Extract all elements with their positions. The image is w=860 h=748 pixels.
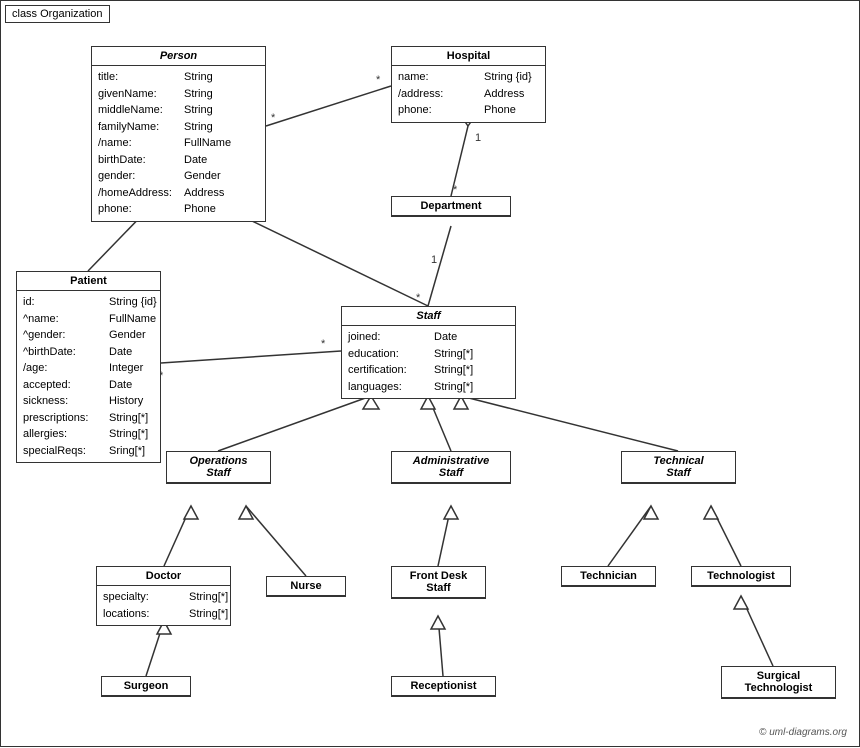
- class-surgeon: Surgeon: [101, 676, 191, 697]
- class-administrative-staff: Administrative Staff: [391, 451, 511, 484]
- class-staff-header: Staff: [342, 307, 515, 326]
- class-nurse: Nurse: [266, 576, 346, 597]
- svg-text:*: *: [321, 338, 326, 350]
- class-technician-header: Technician: [562, 567, 655, 586]
- class-doctor-header: Doctor: [97, 567, 230, 586]
- class-front-desk-staff-header: Front Desk Staff: [392, 567, 485, 598]
- class-technologist: Technologist: [691, 566, 791, 587]
- svg-text:1: 1: [431, 254, 437, 266]
- class-patient: Patient id:String {id} ^name:FullName ^g…: [16, 271, 161, 463]
- class-staff: Staff joined:Date education:String[*] ce…: [341, 306, 516, 399]
- class-surgical-technologist-header: Surgical Technologist: [722, 667, 835, 698]
- class-staff-attrs: joined:Date education:String[*] certific…: [342, 326, 515, 398]
- class-person-header: Person: [92, 47, 265, 66]
- class-department-header: Department: [392, 197, 510, 216]
- class-operations-staff: Operations Staff: [166, 451, 271, 484]
- class-doctor-attrs: specialty:String[*] locations:String[*]: [97, 586, 230, 625]
- svg-text:*: *: [416, 292, 421, 304]
- class-department: Department: [391, 196, 511, 217]
- class-nurse-header: Nurse: [267, 577, 345, 596]
- class-hospital-attrs: name:String {id} /address:Address phone:…: [392, 66, 545, 122]
- class-patient-attrs: id:String {id} ^name:FullName ^gender:Ge…: [17, 291, 160, 462]
- class-hospital-header: Hospital: [392, 47, 545, 66]
- class-receptionist: Receptionist: [391, 676, 496, 697]
- class-front-desk-staff: Front Desk Staff: [391, 566, 486, 599]
- class-receptionist-header: Receptionist: [392, 677, 495, 696]
- svg-text:*: *: [376, 74, 381, 86]
- svg-text:1: 1: [475, 132, 481, 144]
- class-person: Person title:String givenName:String mid…: [91, 46, 266, 222]
- class-patient-header: Patient: [17, 272, 160, 291]
- uml-diagram: class Organization 1 * * * 1 * * *: [0, 0, 860, 747]
- class-doctor: Doctor specialty:String[*] locations:Str…: [96, 566, 231, 626]
- class-surgical-technologist: Surgical Technologist: [721, 666, 836, 699]
- diagram-title: class Organization: [5, 5, 110, 23]
- class-technician: Technician: [561, 566, 656, 587]
- class-technical-staff: Technical Staff: [621, 451, 736, 484]
- class-hospital: Hospital name:String {id} /address:Addre…: [391, 46, 546, 123]
- svg-text:*: *: [453, 184, 458, 196]
- class-person-attrs: title:String givenName:String middleName…: [92, 66, 265, 221]
- class-administrative-staff-header: Administrative Staff: [392, 452, 510, 483]
- class-technologist-header: Technologist: [692, 567, 790, 586]
- copyright: © uml-diagrams.org: [759, 727, 847, 738]
- class-surgeon-header: Surgeon: [102, 677, 190, 696]
- class-technical-staff-header: Technical Staff: [622, 452, 735, 483]
- svg-text:*: *: [271, 112, 276, 124]
- class-operations-staff-header: Operations Staff: [167, 452, 270, 483]
